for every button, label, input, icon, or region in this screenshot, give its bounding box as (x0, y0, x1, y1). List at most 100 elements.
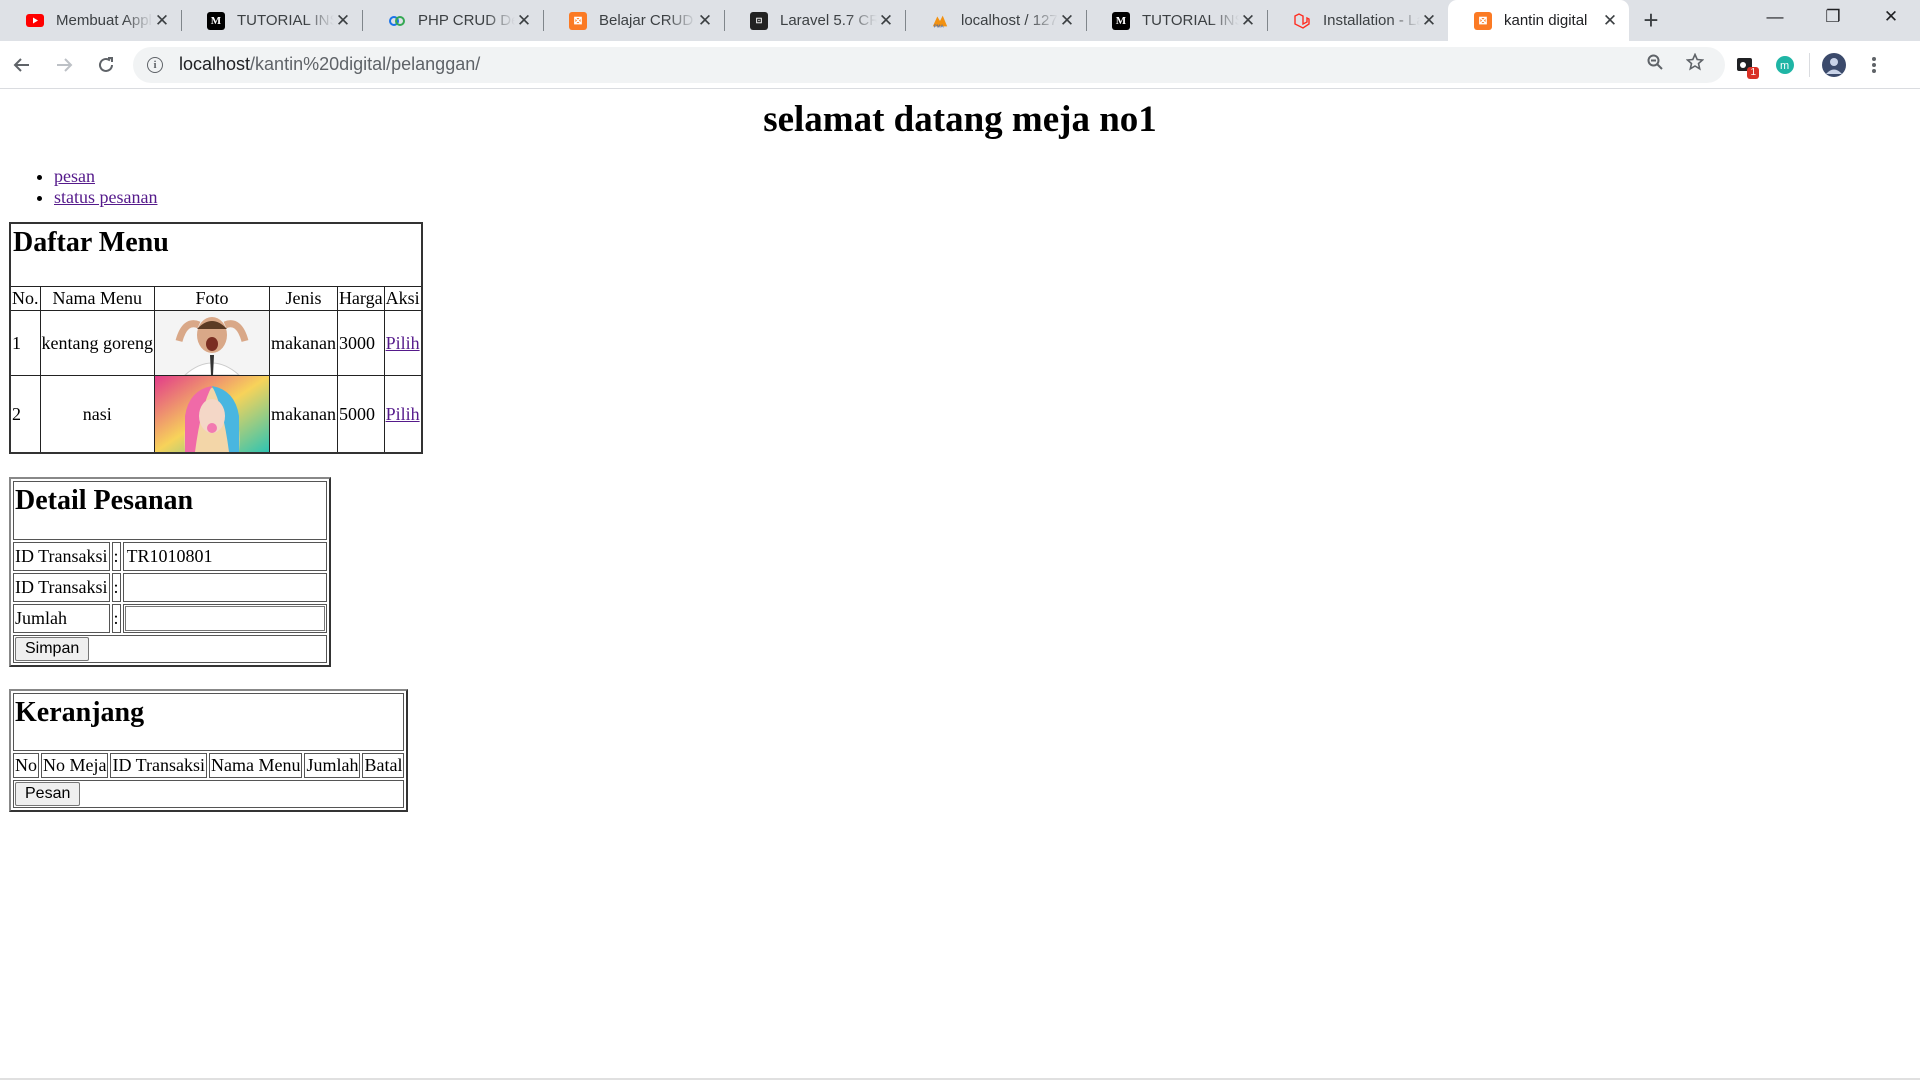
tab-title: Laravel 5.7 CRU (780, 12, 877, 29)
site-icon: ⊡ (750, 11, 768, 30)
field-label: Jumlah (13, 604, 110, 634)
tab-title: localhost / 127 (961, 12, 1058, 29)
window-controls: — ❐ ✕ (1746, 0, 1920, 34)
avatar[interactable] (1814, 45, 1854, 85)
close-icon[interactable]: ✕ (515, 11, 533, 31)
field-separator: : (111, 573, 121, 603)
new-tab-button[interactable]: + (1631, 0, 1671, 41)
zoom-icon[interactable] (1635, 53, 1675, 77)
column-header: No Meja (41, 753, 109, 779)
pilih-link[interactable]: Pilih (386, 333, 420, 353)
tab-title: Installation - La (1323, 12, 1420, 29)
tab-youtube[interactable]: Membuat Appl ✕ (0, 0, 181, 41)
menu-type: makanan (268, 310, 338, 377)
field-value-cell (122, 542, 327, 572)
form-row: ID Transaksi : (13, 542, 327, 572)
menu-name: nasi (39, 375, 155, 454)
menu-photo-cell (153, 375, 270, 454)
simpan-button[interactable]: Simpan (15, 637, 90, 662)
address-bar[interactable]: i localhost/kantin%20digital/pelanggan/ (133, 46, 1725, 83)
tab-installation[interactable]: Installation - La ✕ (1267, 0, 1448, 41)
close-icon[interactable]: ✕ (1058, 11, 1076, 31)
menu-table: Daftar Menu No. Nama Menu Foto Jenis Har… (9, 222, 423, 455)
column-header: Nama Menu (209, 753, 303, 779)
column-header: Harga (336, 286, 385, 312)
tab-phpmyadmin[interactable]: PMA localhost / 127 ✕ (905, 0, 1086, 41)
column-header: Jenis (268, 286, 338, 312)
column-header: Aksi (383, 286, 423, 312)
table-header-row: No No Meja ID Transaksi Nama Menu Jumlah… (13, 753, 405, 779)
extension-badge: 1 (1747, 66, 1759, 79)
tab-laravel-crud[interactable]: ⊡ Laravel 5.7 CRU ✕ (724, 0, 905, 41)
close-icon[interactable]: ✕ (877, 11, 895, 31)
column-header: Nama Menu (39, 286, 155, 312)
menu-action-cell: Pilih (383, 375, 423, 454)
teal-extension-icon[interactable]: m (1765, 45, 1805, 85)
restore-icon[interactable]: ❐ (1804, 0, 1862, 34)
tab-title: kantin digital (1504, 12, 1588, 29)
cart-heading: Keranjang (15, 697, 145, 729)
field-value-cell (122, 604, 327, 634)
nav-link-pesan[interactable]: pesan (54, 166, 95, 186)
svg-text:PMA: PMA (934, 23, 945, 28)
nav-link-status-pesanan[interactable]: status pesanan (54, 187, 157, 207)
field-separator: : (111, 604, 121, 634)
toolbar-divider (1809, 52, 1810, 77)
close-icon[interactable]: ✕ (334, 11, 352, 31)
url-path: /kantin%20digital/pelanggan/ (250, 54, 481, 74)
youtube-icon (26, 12, 44, 30)
row-number: 1 (9, 310, 41, 377)
transaction-id-2-field[interactable] (124, 575, 325, 601)
menu-kebab-icon[interactable] (1854, 45, 1894, 85)
column-header: Batal (362, 753, 405, 779)
close-icon[interactable]: ✕ (1420, 11, 1438, 31)
detail-caption-cell: Detail Pesanan (13, 481, 327, 541)
medium-icon: M (1112, 11, 1130, 30)
transaction-id-field[interactable] (124, 544, 325, 570)
xampp-icon: ⊠ (1474, 11, 1492, 30)
column-header: Foto (153, 286, 270, 312)
menu-heading: Daftar Menu (13, 227, 169, 259)
close-icon[interactable]: ✕ (1239, 11, 1257, 31)
submit-cell: Pesan (13, 780, 405, 809)
menu-name: kentang goreng (39, 310, 155, 377)
close-icon[interactable]: ✕ (696, 11, 714, 31)
chain-icon (388, 12, 406, 30)
star-icon[interactable] (1675, 52, 1715, 77)
nav-list: pesan status pesanan (9, 166, 1911, 208)
table-header-row: No. Nama Menu Foto Jenis Harga Aksi (9, 286, 423, 312)
cart-table: Keranjang No No Meja ID Transaksi Nama M… (9, 689, 409, 813)
pesan-button[interactable]: Pesan (15, 782, 81, 807)
menu-photo-cell (153, 310, 270, 377)
cart-caption-cell: Keranjang (13, 693, 405, 752)
reload-icon[interactable] (86, 45, 126, 85)
medium-icon: M (207, 11, 225, 30)
form-row: Jumlah : (13, 604, 327, 634)
detail-heading: Detail Pesanan (15, 485, 194, 517)
info-icon[interactable]: i (147, 56, 163, 73)
close-icon[interactable]: ✕ (1601, 11, 1619, 31)
tab-medium-1[interactable]: M TUTORIAL INST ✕ (181, 0, 362, 41)
quantity-field[interactable] (124, 606, 325, 632)
tab-belajar-crud[interactable]: ⊠ Belajar CRUD L ✕ (543, 0, 724, 41)
page-title: selamat datang meja no1 (763, 99, 1157, 140)
tab-medium-2[interactable]: M TUTORIAL INST ✕ (1086, 0, 1267, 41)
menu-photo (154, 376, 269, 453)
svg-text:m: m (1780, 60, 1789, 72)
nav-item: pesan (54, 166, 1911, 187)
menu-action-cell: Pilih (383, 310, 423, 377)
extension-icon[interactable]: 1 (1725, 45, 1765, 85)
column-header: No (13, 753, 39, 779)
close-window-icon[interactable]: ✕ (1862, 0, 1920, 34)
back-arrow-icon[interactable] (2, 45, 42, 85)
forward-arrow-icon[interactable] (44, 45, 84, 85)
tab-strip: Membuat Appl ✕ M TUTORIAL INST ✕ PHP CRU… (0, 0, 1920, 41)
pilih-link[interactable]: Pilih (386, 404, 420, 424)
tab-title: TUTORIAL INST (1142, 12, 1239, 29)
field-label: ID Transaksi (13, 573, 110, 603)
tab-kantin-digital[interactable]: ⊠ kantin digital ✕ (1448, 0, 1629, 41)
tab-php-crud[interactable]: PHP CRUD Den ✕ (362, 0, 543, 41)
submit-cell: Simpan (13, 635, 327, 664)
close-icon[interactable]: ✕ (153, 11, 171, 31)
minimize-icon[interactable]: — (1746, 0, 1804, 34)
